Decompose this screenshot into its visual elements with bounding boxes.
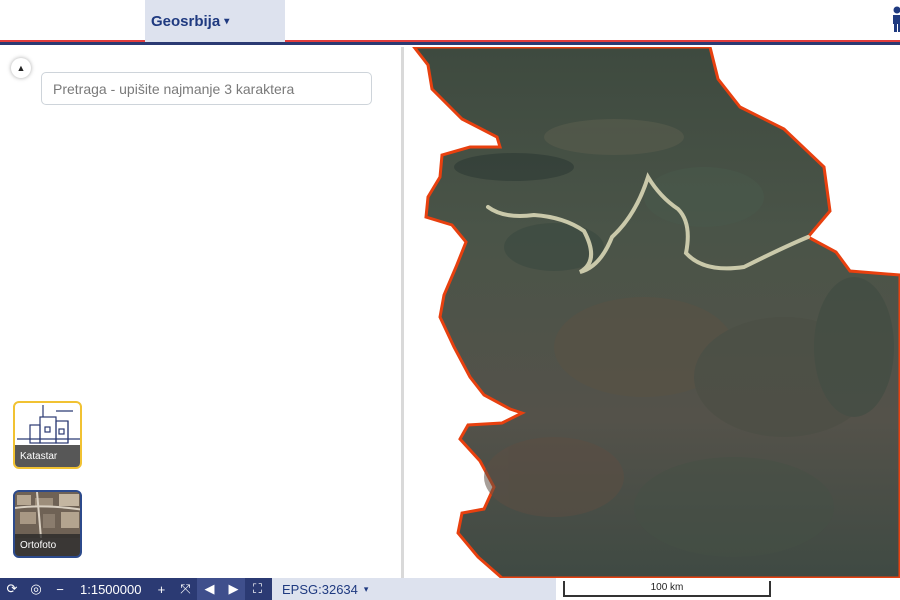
next-view-button[interactable]: ▶ <box>221 578 246 600</box>
cadastre-thumbnail-icon <box>17 405 80 444</box>
orthophoto-thumbnail-icon <box>15 492 80 539</box>
ortofoto-layer-button[interactable]: Ortofoto <box>13 490 82 558</box>
accessibility-icon[interactable] <box>888 6 900 32</box>
ortofoto-label: Ortofoto <box>15 534 80 556</box>
fullscreen-icon[interactable]: ⛶ <box>245 578 269 600</box>
crs-label: EPSG:32634 <box>282 581 358 597</box>
top-navbar: Geosrbija ▾ <box>0 0 900 45</box>
map-view[interactable] <box>404 47 900 578</box>
sidebar: ▲ Katastar <box>0 47 401 578</box>
geosrbija-menu[interactable]: Geosrbija ▾ <box>145 0 285 42</box>
map-scale: 1:1500000 <box>80 581 142 597</box>
zoom-in-button[interactable]: + <box>149 578 173 600</box>
refresh-icon[interactable]: ⟳ <box>0 578 24 600</box>
locate-icon[interactable]: ◎ <box>24 578 48 600</box>
zoom-extent-icon[interactable]: ⤧ <box>173 578 197 600</box>
crs-selector[interactable]: EPSG:32634 ▾ <box>272 578 556 600</box>
chevron-down-icon: ▾ <box>224 15 230 27</box>
collapse-sidebar-button[interactable]: ▲ <box>11 58 31 78</box>
map-toolbar: ⟳ ◎ − 1:1500000 + ⤧ ◀ ▶ ⛶ <box>0 578 272 600</box>
search-input[interactable] <box>41 72 372 105</box>
zoom-out-button[interactable]: − <box>48 578 72 600</box>
katastar-label: Katastar <box>15 445 80 467</box>
status-bar: ⟳ ◎ − 1:1500000 + ⤧ ◀ ▶ ⛶ EPSG:32634 ▾ 1… <box>0 578 900 600</box>
previous-view-button[interactable]: ◀ <box>197 578 222 600</box>
geosrbija-menu-label: Geosrbija <box>151 12 221 30</box>
chevron-down-icon: ▾ <box>363 583 369 594</box>
katastar-layer-button[interactable]: Katastar <box>13 401 82 469</box>
scale-bar: 100 km <box>563 581 771 597</box>
